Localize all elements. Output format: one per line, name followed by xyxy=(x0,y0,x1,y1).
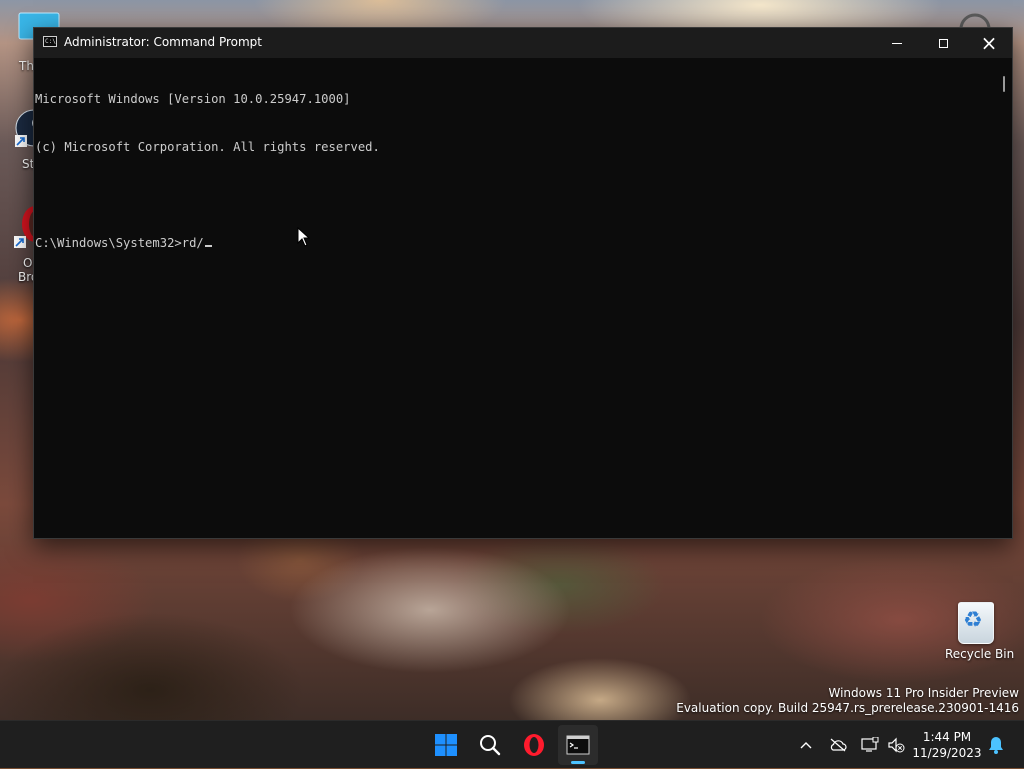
opera-taskbar-button[interactable] xyxy=(514,725,554,765)
show-hidden-icons-button[interactable] xyxy=(796,721,816,769)
clock-date: 11/29/2023 xyxy=(912,746,982,760)
running-app-indicator xyxy=(571,761,585,764)
maximize-icon xyxy=(938,38,948,48)
recycle-symbol-icon: ♻ xyxy=(963,608,983,633)
console-line: (c) Microsoft Corporation. All rights re… xyxy=(35,140,380,154)
console-command-text: C:\Windows\System32>rd/ xyxy=(35,236,204,250)
volume-muted-icon xyxy=(888,737,905,753)
command-prompt-app-icon[interactable]: C:\ xyxy=(43,36,57,47)
mouse-pointer-icon xyxy=(297,226,311,247)
search-icon xyxy=(480,735,501,756)
vertical-scrollbar[interactable] xyxy=(1000,58,1012,538)
text-cursor xyxy=(204,245,212,247)
command-prompt-window[interactable]: C:\ Administrator: Command Prompt × Micr… xyxy=(33,27,1013,539)
command-prompt-icon xyxy=(566,735,590,755)
chevron-up-icon xyxy=(800,742,812,749)
watermark-line1: Windows 11 Pro Insider Preview xyxy=(828,686,1019,700)
console-prompt-line[interactable]: C:\Windows\System32>rd/ xyxy=(35,235,1000,251)
clock[interactable]: 1:44 PM 11/29/2023 xyxy=(912,729,982,761)
network-icon xyxy=(861,737,879,752)
title-bar[interactable]: C:\ Administrator: Command Prompt × xyxy=(34,28,1012,58)
minimize-icon xyxy=(892,42,902,44)
clock-time: 1:44 PM xyxy=(922,730,972,744)
evaluation-watermark: Windows 11 Pro Insider Preview Evaluatio… xyxy=(676,686,1019,716)
search-button[interactable] xyxy=(470,725,510,765)
watermark-line2: Evaluation copy. Build 25947.rs_prerelea… xyxy=(676,701,1019,715)
opera-icon xyxy=(524,734,544,756)
bell-icon xyxy=(989,737,1003,754)
minimize-button[interactable] xyxy=(874,28,920,58)
maximize-button[interactable] xyxy=(920,28,966,58)
taskbar: 1:44 PM 11/29/2023 xyxy=(0,720,1024,768)
recycle-bin-label: Recycle Bin xyxy=(945,647,1015,661)
console-line: Microsoft Windows [Version 10.0.25947.10… xyxy=(35,92,351,106)
opera-label-line1: O xyxy=(23,256,33,270)
command-prompt-taskbar-button[interactable] xyxy=(558,725,598,765)
close-button[interactable]: × xyxy=(966,28,1012,58)
start-button[interactable] xyxy=(426,725,466,765)
this-pc-label: Th xyxy=(19,59,34,73)
network-tray-button[interactable] xyxy=(858,721,882,769)
start-icon xyxy=(435,734,457,756)
close-icon: × xyxy=(980,31,998,55)
console-output[interactable]: Microsoft Windows [Version 10.0.25947.10… xyxy=(34,58,1000,538)
cloud-offline-icon xyxy=(830,738,847,752)
volume-tray-button[interactable] xyxy=(884,721,908,769)
scrollbar-thumb[interactable] xyxy=(1003,76,1005,92)
onedrive-tray-button[interactable] xyxy=(826,721,850,769)
window-title: Administrator: Command Prompt xyxy=(64,35,262,49)
notifications-button[interactable] xyxy=(984,721,1008,769)
